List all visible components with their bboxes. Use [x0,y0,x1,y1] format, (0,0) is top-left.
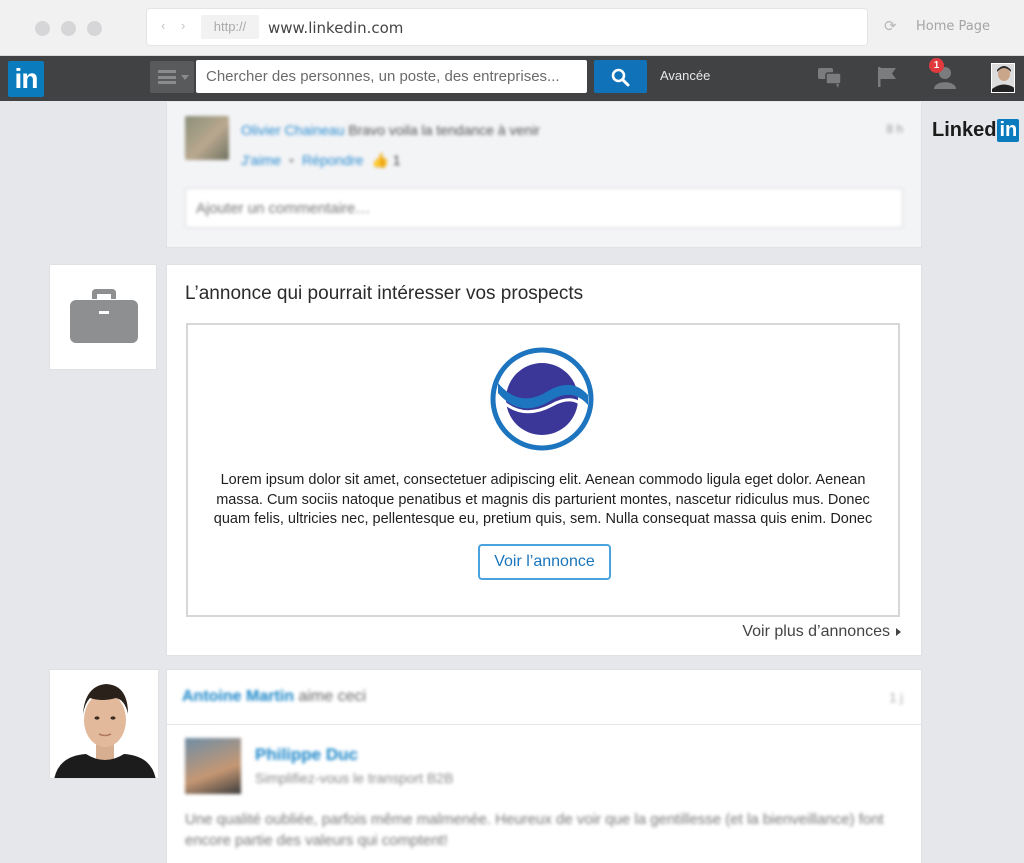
comment-card: Olivier Chaineau Bravo voila la tendance… [166,102,922,248]
activity-timestamp: 1 j [889,690,903,705]
like-link[interactable]: J'aime [241,152,281,168]
linkedin-logo[interactable]: in [8,61,44,97]
company-logo[interactable] [490,347,594,451]
search-input[interactable] [196,60,587,93]
browser-chrome: ‹ › http:// www.linkedin.com ⟳ Home Page [0,0,1024,56]
post-author-avatar[interactable] [185,738,241,794]
messages-icon[interactable] [817,65,843,89]
divider [167,724,921,725]
flag-icon[interactable] [876,65,898,89]
search-button[interactable] [594,60,647,93]
actor-name-link[interactable]: Antoine Martin [182,688,294,705]
actor-avatar[interactable] [49,669,159,779]
reload-icon[interactable]: ⟳ [884,17,897,35]
linkedin-topbar: in Avancée [0,56,1024,101]
post-body-text: Une qualité oubliée, parfois même malmen… [185,811,884,849]
like-count-value: 1 [392,152,401,168]
comment-author-link[interactable]: Olivier Chaineau [241,122,345,138]
back-forward-icon[interactable]: ‹ › [161,18,191,33]
comment-actions: J'aime • Répondre 👍 1 [241,152,401,169]
window-minimize-button[interactable] [61,21,76,36]
post-author-headline: Simplifiez-vous le transport B2B [255,770,454,786]
linkedin-wordmark: Linked in [932,119,1020,142]
window-close-button[interactable] [35,21,50,36]
menu-icon [158,70,176,84]
notification-badge: 1 [929,58,944,73]
activity-verb: aime ceci [298,688,367,705]
profile-photo [992,64,1014,92]
ad-body-text: Lorem ipsum dolor sit amet, consectetuer… [213,472,873,527]
ad-content-box: Lorem ipsum dolor sit amet, consectetuer… [186,323,900,617]
thumbs-up-icon: 👍 [371,152,389,168]
home-page-link[interactable]: Home Page [916,19,990,34]
caret-right-icon [896,627,901,636]
sponsored-ad-card: L’annonce qui pourrait intéresser vos pr… [166,264,922,656]
activity-header: Antoine Martin aime ceci [182,688,366,706]
reply-link[interactable]: Répondre [302,152,364,168]
comment-text-line: Olivier Chaineau Bravo voila la tendance… [241,122,540,138]
comment-text: Bravo voila la tendance à venir [348,122,540,138]
menu-button[interactable] [150,61,194,93]
view-ad-button[interactable]: Voir l’annonce [478,544,611,580]
actor-photo [50,670,158,778]
chevron-down-icon [181,75,189,80]
activity-card: Antoine Martin aime ceci 1 j Philippe Du… [166,669,922,863]
like-count: 👍 1 [371,152,400,168]
ad-heading: L’annonce qui pourrait intéresser vos pr… [185,283,584,304]
add-comment-input[interactable] [185,188,903,228]
briefcase-icon [70,289,138,343]
advanced-search-link[interactable]: Avancée [660,68,710,83]
separator-dot: • [289,152,294,168]
window-maximize-button[interactable] [87,21,102,36]
comment-timestamp: 8 h [886,122,903,136]
post-author-link[interactable]: Philippe Duc [255,745,358,765]
url-text[interactable]: www.linkedin.com [268,19,403,37]
profile-avatar[interactable] [991,63,1015,93]
address-bar[interactable]: ‹ › http:// www.linkedin.com [147,9,867,45]
comment-author-avatar[interactable] [185,116,229,160]
wordmark-text: Linked [932,119,997,141]
more-ads-link[interactable]: Voir plus d’annonces [742,623,901,641]
url-protocol: http:// [201,15,259,39]
search-icon [611,68,630,87]
job-ad-tile [49,264,157,370]
wordmark-in-box: in [997,119,1020,142]
more-ads-label: Voir plus d’annonces [742,623,890,640]
